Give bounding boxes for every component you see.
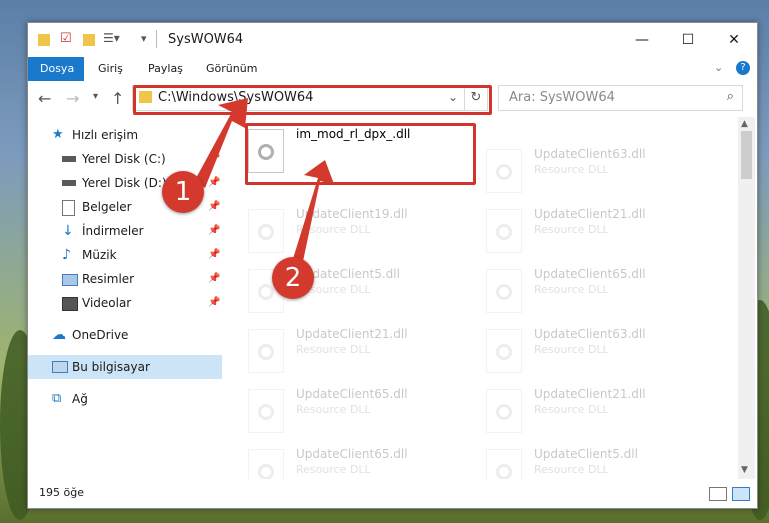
arrow-2: [292, 160, 334, 266]
step-1-badge: 1: [162, 171, 204, 213]
step-2-badge: 2: [272, 257, 314, 299]
arrow-1: [195, 98, 248, 188]
annotation-arrows: [195, 98, 334, 266]
